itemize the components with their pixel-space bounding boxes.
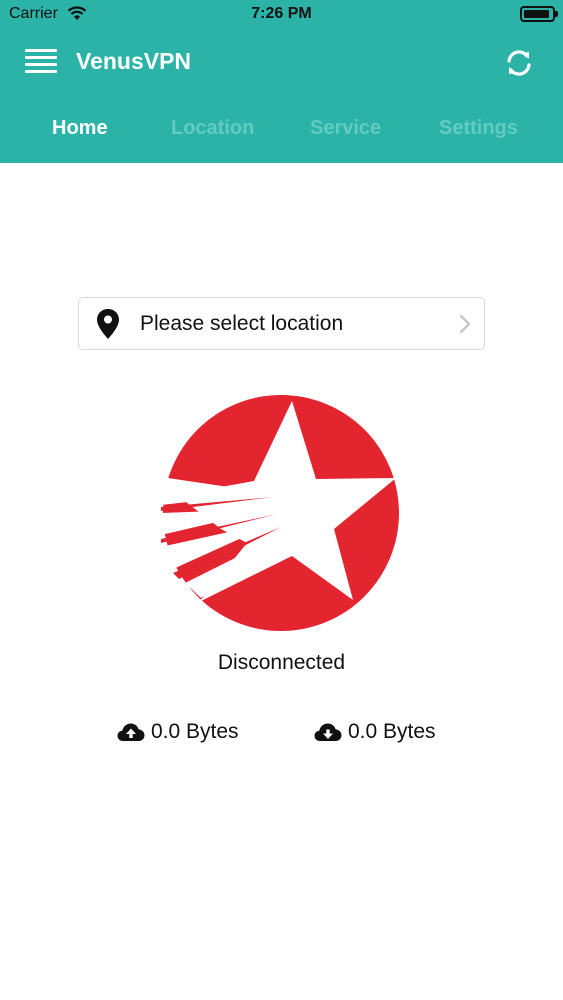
refresh-icon[interactable] bbox=[500, 44, 538, 82]
tab-service[interactable]: Service bbox=[310, 117, 381, 140]
chevron-right-icon bbox=[459, 314, 471, 334]
battery-icon bbox=[520, 6, 558, 22]
tab-home[interactable]: Home bbox=[52, 117, 108, 140]
tab-settings[interactable]: Settings bbox=[439, 117, 518, 140]
hamburger-menu-icon[interactable] bbox=[25, 49, 57, 75]
app-header: Carrier 7:26 PM VenusVPN Home Location S… bbox=[0, 0, 563, 163]
cloud-upload-icon bbox=[117, 723, 145, 741]
connect-star-logo[interactable] bbox=[161, 393, 401, 633]
cloud-download-icon bbox=[314, 723, 342, 741]
connection-status: Disconnected bbox=[217, 651, 346, 674]
map-pin-icon bbox=[97, 309, 119, 339]
location-placeholder: Please select location bbox=[140, 312, 344, 335]
status-bar: Carrier 7:26 PM bbox=[0, 0, 563, 30]
app-title: VenusVPN bbox=[76, 48, 192, 74]
tab-location[interactable]: Location bbox=[171, 117, 254, 140]
location-selector[interactable]: Please select location bbox=[78, 297, 485, 350]
clock: 7:26 PM bbox=[251, 5, 312, 22]
upload-value: 0.0 Bytes bbox=[151, 720, 239, 743]
download-value: 0.0 Bytes bbox=[348, 720, 436, 743]
tab-bar: Home Location Service Settings bbox=[0, 110, 563, 150]
